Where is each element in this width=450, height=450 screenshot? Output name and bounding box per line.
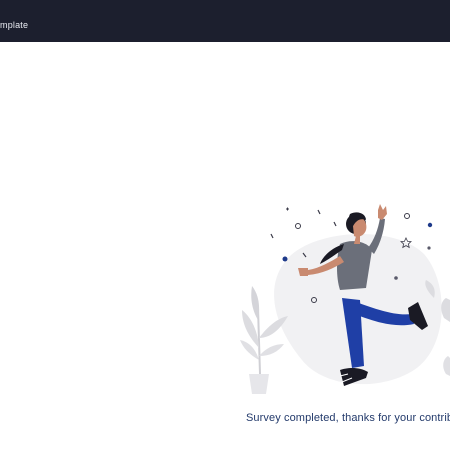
- page-title: mplate: [0, 20, 29, 30]
- celebration-illustration: [240, 204, 450, 394]
- header-bar: mplate: [0, 0, 450, 42]
- completion-message: Survey completed, thanks for your contri…: [246, 412, 450, 424]
